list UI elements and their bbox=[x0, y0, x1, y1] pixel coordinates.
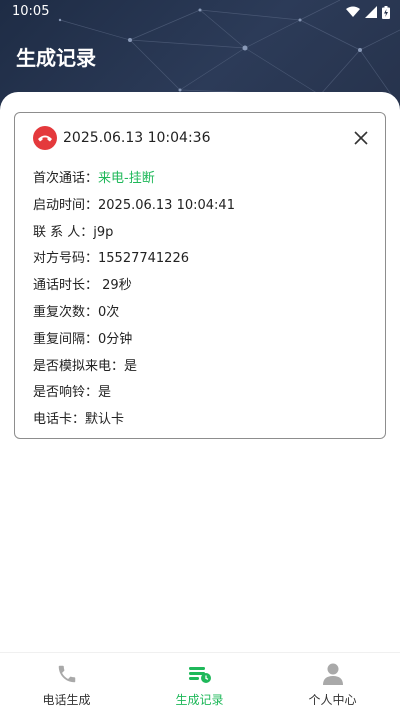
status-time: 10:05 bbox=[12, 4, 50, 19]
records-icon bbox=[187, 661, 213, 687]
field-phone-number: 对方号码：15527741226 bbox=[33, 247, 235, 274]
field-contact: 联 系 人：j9p bbox=[33, 221, 235, 248]
field-value: 0分钟 bbox=[98, 331, 133, 347]
field-value: 29秒 bbox=[98, 278, 132, 294]
field-label: 对方号码： bbox=[33, 251, 99, 267]
field-label: 是否响铃： bbox=[33, 385, 99, 401]
person-icon bbox=[320, 661, 346, 687]
field-repeat-interval: 重复间隔：0分钟 bbox=[33, 328, 235, 355]
field-value: 来电-挂断 bbox=[98, 171, 155, 186]
tab-label: 个人中心 bbox=[308, 693, 357, 707]
field-label: 联 系 人： bbox=[33, 224, 94, 240]
field-ring: 是否响铃：是 bbox=[33, 381, 235, 408]
record-card-header: 2025.06.13 10:04:36 bbox=[33, 126, 369, 152]
record-datetime: 2025.06.13 10:04:36 bbox=[63, 130, 211, 146]
status-bar: 10:05 bbox=[0, 0, 400, 24]
record-card[interactable]: 2025.06.13 10:04:36 首次通话：来电-挂断 启动时间：2025… bbox=[14, 112, 386, 439]
wifi-icon bbox=[346, 6, 360, 17]
field-label: 重复间隔： bbox=[33, 331, 99, 347]
record-fields: 首次通话：来电-挂断 启动时间：2025.06.13 10:04:41 联 系 … bbox=[33, 167, 235, 435]
field-first-call: 首次通话：来电-挂断 bbox=[33, 167, 235, 194]
tab-label: 电话生成 bbox=[42, 693, 91, 707]
field-value: 2025.06.13 10:04:41 bbox=[98, 197, 235, 213]
field-label: 通话时长： bbox=[33, 278, 99, 294]
phone-icon bbox=[54, 661, 80, 687]
tab-label: 生成记录 bbox=[175, 693, 224, 707]
tab-phone-generate[interactable]: 电话生成 bbox=[0, 653, 133, 712]
tab-profile[interactable]: 个人中心 bbox=[266, 653, 399, 712]
field-value: 是 bbox=[124, 358, 138, 374]
field-label: 重复次数： bbox=[33, 304, 99, 320]
status-icons bbox=[346, 4, 390, 20]
field-repeat-count: 重复次数：0次 bbox=[33, 301, 235, 328]
field-sim-card: 电话卡：默认卡 bbox=[33, 408, 235, 435]
field-value: 15527741226 bbox=[98, 251, 189, 267]
field-label: 是否模拟来电： bbox=[33, 358, 125, 374]
field-call-duration: 通话时长： 29秒 bbox=[33, 274, 235, 301]
battery-icon bbox=[382, 5, 390, 19]
field-value: 默认卡 bbox=[85, 412, 125, 428]
tab-records[interactable]: 生成记录 bbox=[133, 653, 266, 712]
close-icon[interactable] bbox=[353, 130, 369, 146]
hangup-icon bbox=[33, 126, 57, 150]
field-value: 0次 bbox=[98, 304, 120, 320]
field-label: 首次通话： bbox=[33, 171, 99, 186]
field-label: 启动时间： bbox=[33, 197, 99, 213]
field-start-time: 启动时间：2025.06.13 10:04:41 bbox=[33, 194, 235, 221]
page-title: 生成记录 bbox=[16, 46, 96, 70]
bottom-tab-bar: 电话生成 生成记录 个人中心 bbox=[0, 652, 400, 712]
field-value: j9p bbox=[93, 224, 114, 240]
field-simulate-call: 是否模拟来电：是 bbox=[33, 355, 235, 382]
field-value: 是 bbox=[98, 385, 112, 401]
signal-icon bbox=[365, 6, 377, 18]
field-label: 电话卡： bbox=[33, 412, 86, 428]
